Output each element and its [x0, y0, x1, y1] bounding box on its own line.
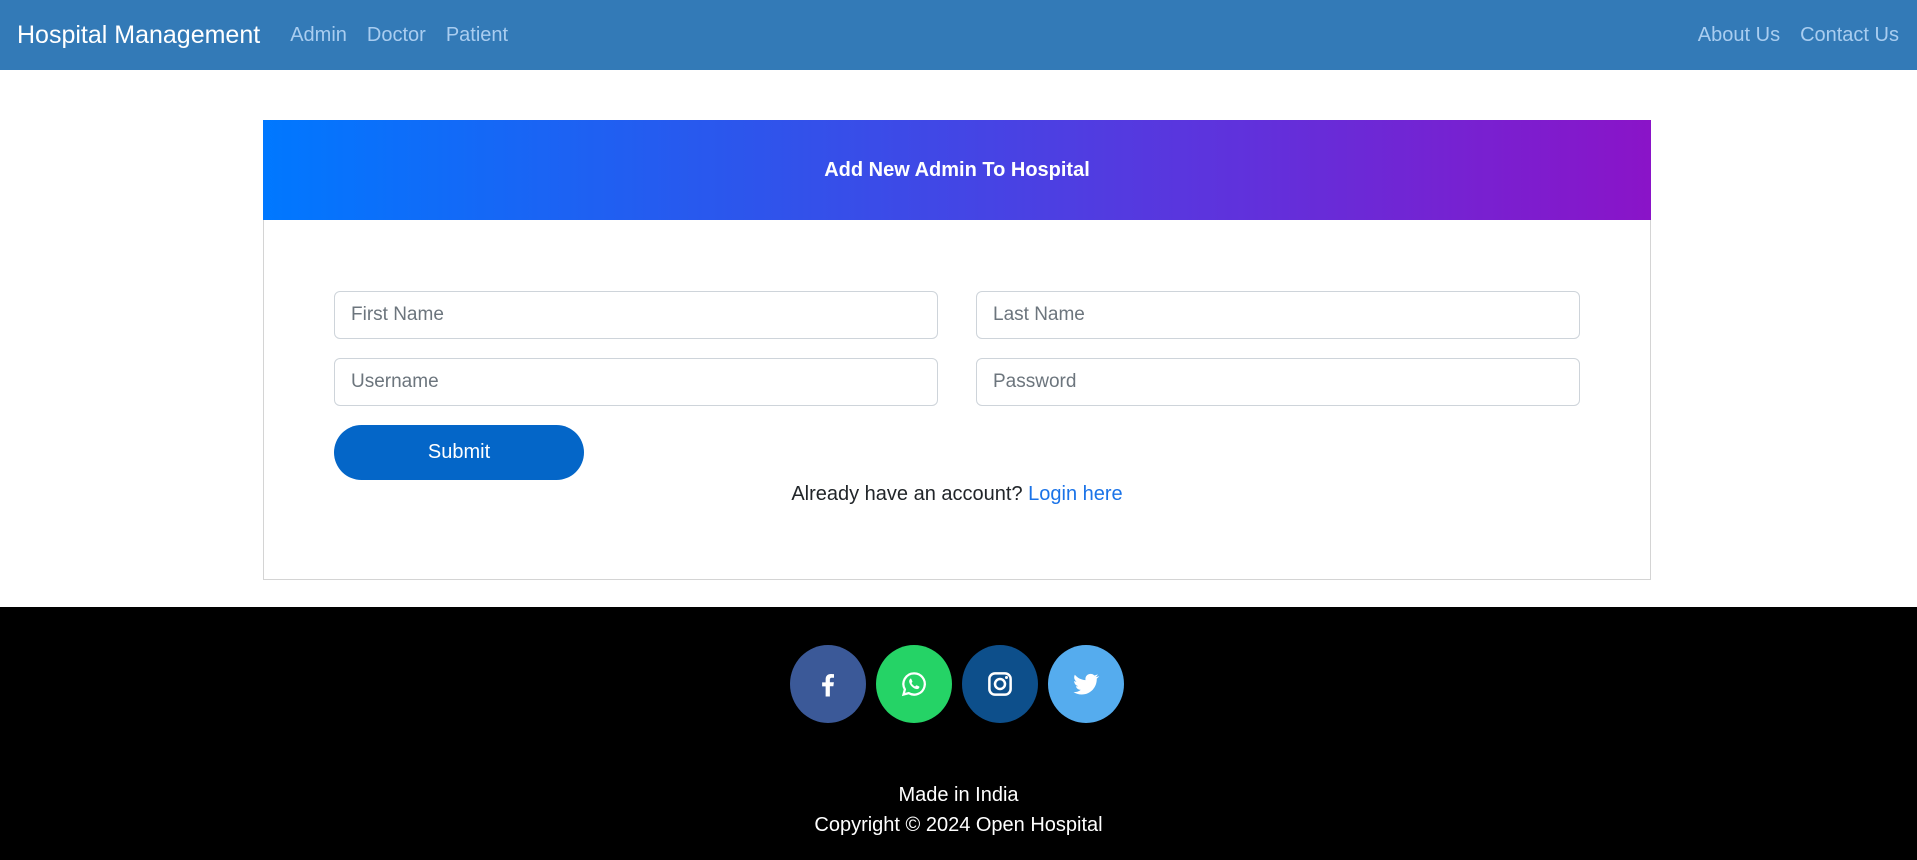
first-name-input[interactable]	[334, 291, 938, 339]
username-input[interactable]	[334, 358, 938, 406]
password-input[interactable]	[976, 358, 1580, 406]
submit-button[interactable]: Submit	[334, 425, 584, 480]
form-title: Add New Admin To Hospital	[824, 158, 1090, 181]
whatsapp-icon	[901, 672, 926, 697]
add-admin-card: Add New Admin To Hospital Submit Already…	[263, 120, 1651, 580]
last-name-input[interactable]	[976, 291, 1580, 339]
top-navbar: Hospital Management Admin Doctor Patient…	[0, 0, 1917, 70]
nav-link-about-us[interactable]: About Us	[1698, 24, 1780, 47]
facebook-button[interactable]	[790, 645, 866, 723]
instagram-icon	[988, 672, 1012, 696]
twitter-icon	[1073, 673, 1100, 695]
made-in-text: Made in India	[898, 784, 1019, 806]
copyright-text: Copyright © 2024 Open Hospital	[814, 814, 1103, 836]
login-prompt-line: Already have an account? Login here	[264, 483, 1650, 506]
nav-link-contact-us[interactable]: Contact Us	[1800, 24, 1899, 47]
login-here-link[interactable]: Login here	[1028, 483, 1123, 505]
login-prompt-text: Already have an account?	[791, 483, 1023, 505]
footer: Made in India Copyright © 2024 Open Hosp…	[0, 607, 1917, 860]
brand-link[interactable]: Hospital Management	[17, 21, 260, 50]
whatsapp-button[interactable]	[876, 645, 952, 723]
facebook-icon	[822, 674, 834, 697]
twitter-button[interactable]	[1048, 645, 1124, 723]
social-links	[790, 645, 1134, 723]
nav-right: About Us Contact Us	[1678, 24, 1899, 47]
nav-link-doctor[interactable]: Doctor	[367, 24, 426, 47]
nav-link-patient[interactable]: Patient	[446, 24, 508, 47]
card-header: Add New Admin To Hospital	[263, 120, 1651, 220]
nav-link-admin[interactable]: Admin	[290, 24, 347, 47]
instagram-button[interactable]	[962, 645, 1038, 723]
nav-left: Hospital Management Admin Doctor Patient	[17, 21, 528, 50]
